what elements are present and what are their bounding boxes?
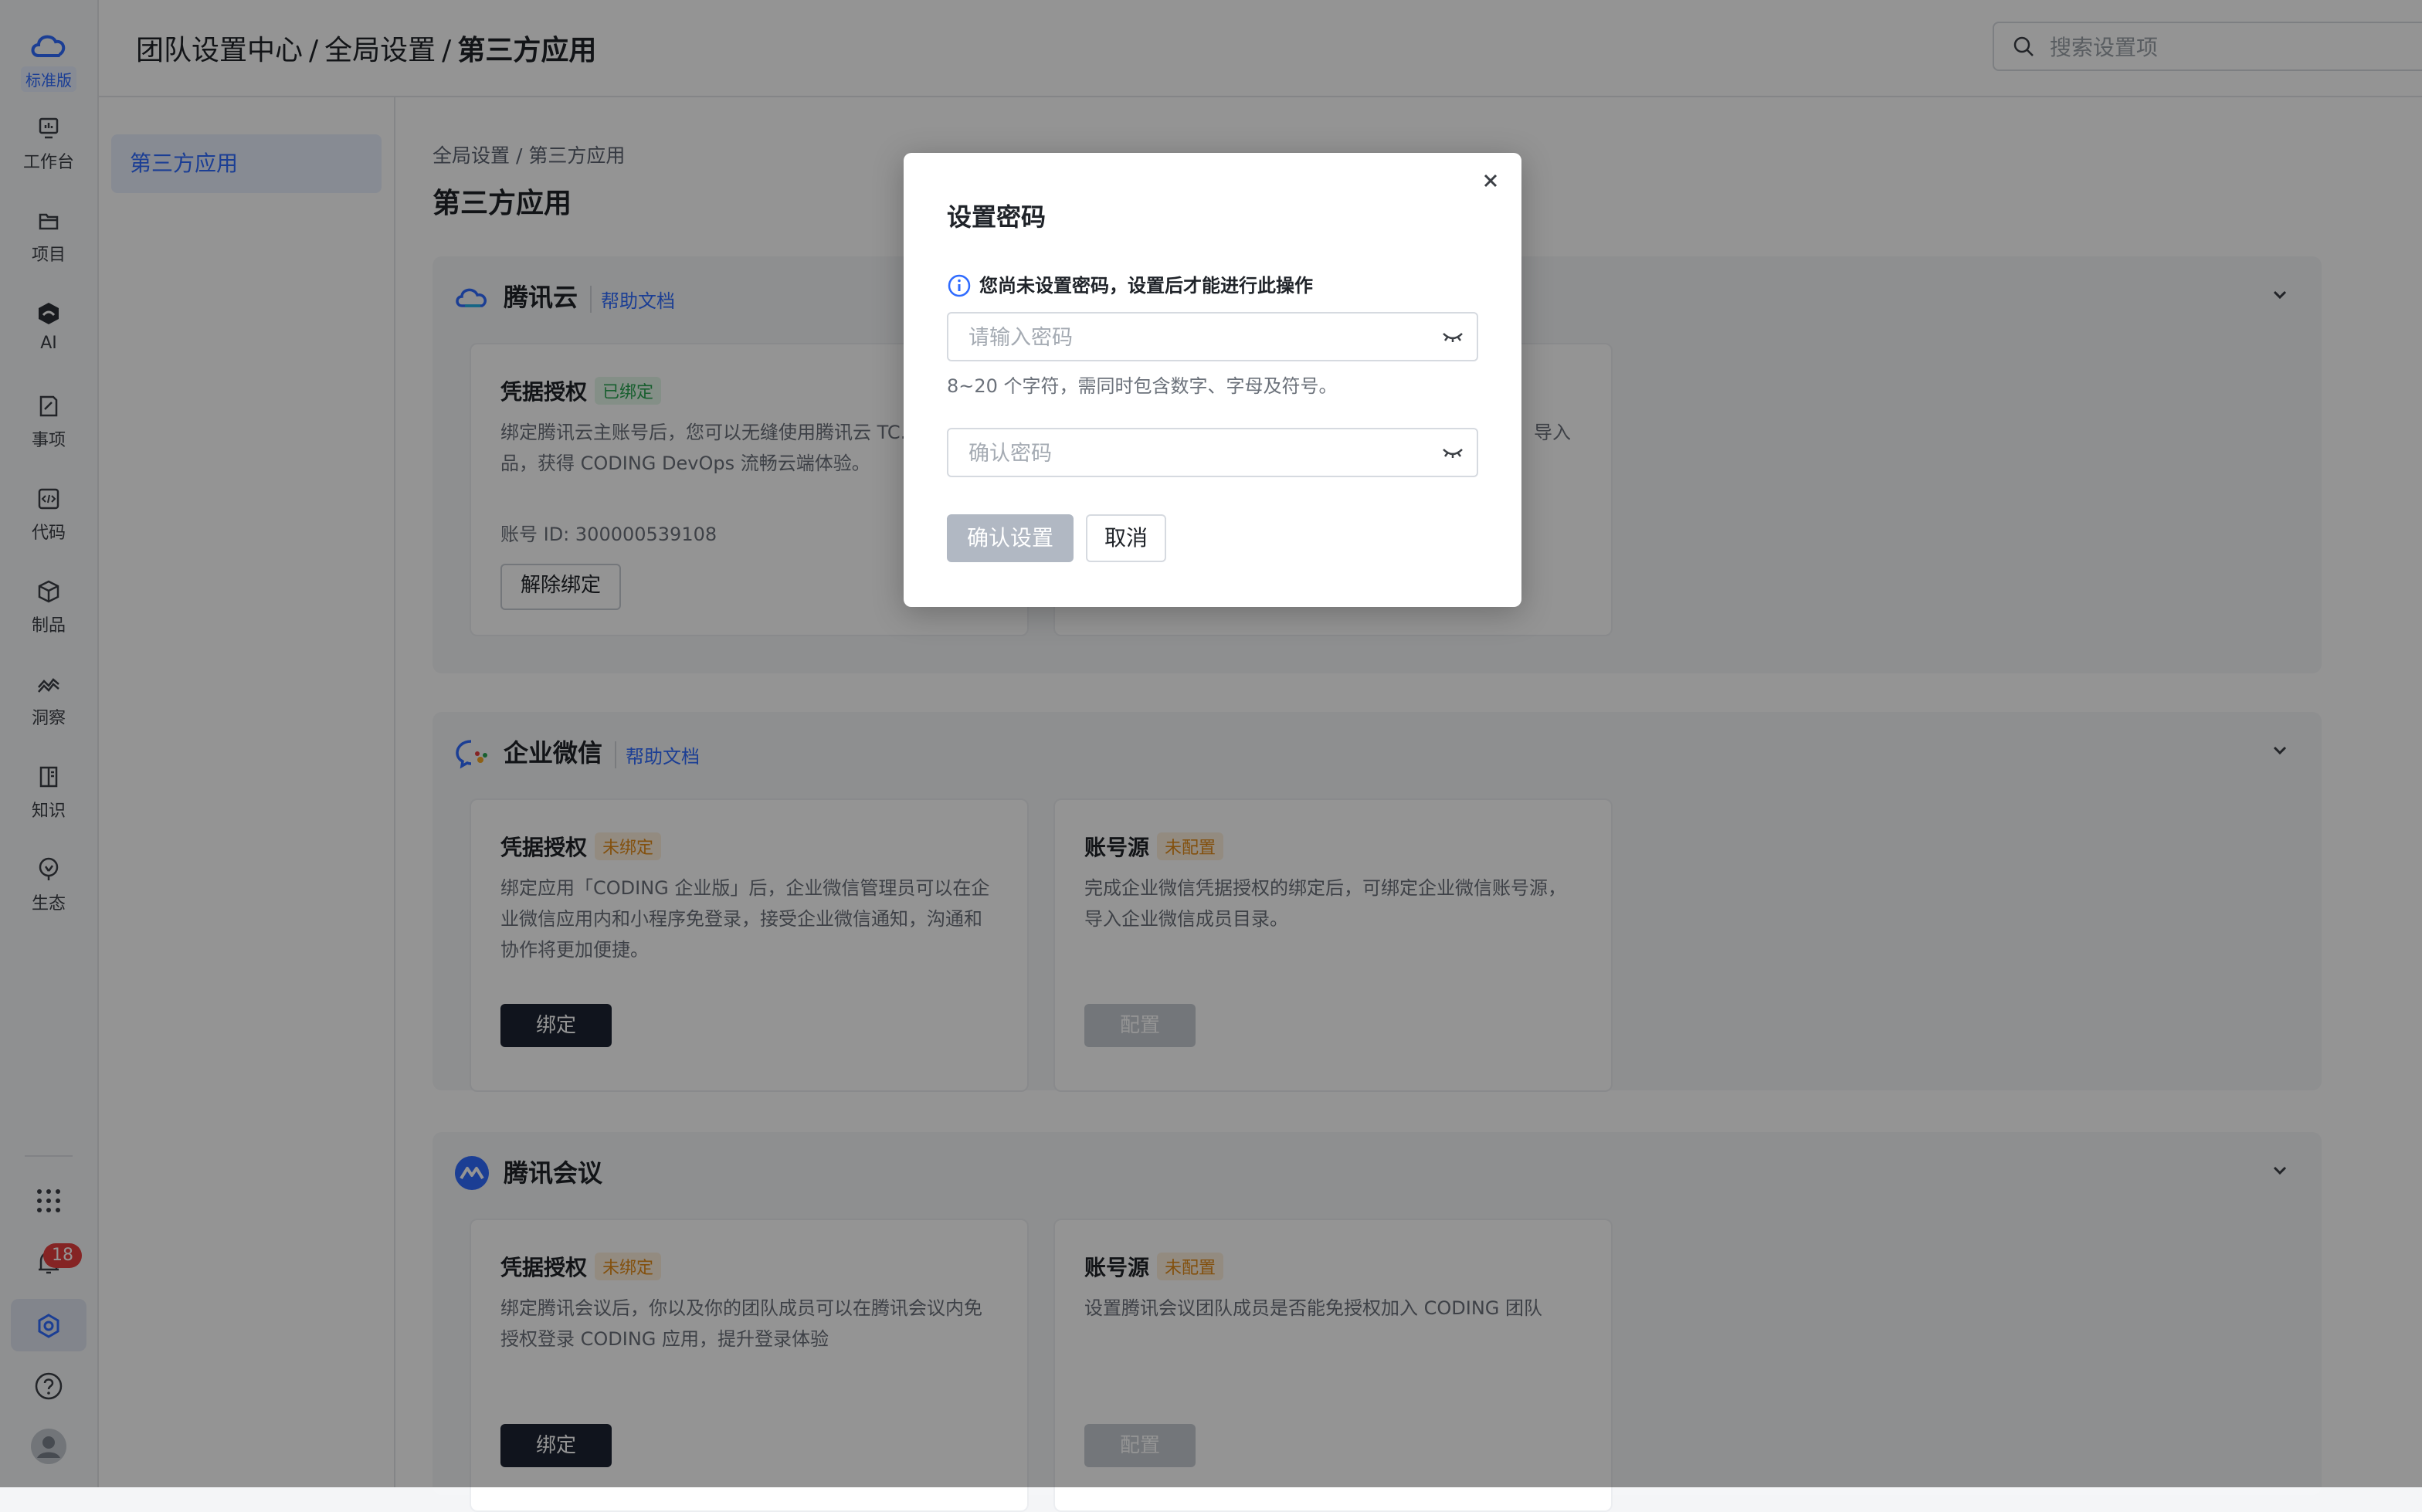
password-input[interactable]	[967, 320, 1418, 355]
confirm-password-input[interactable]	[967, 436, 1418, 471]
dialog-title: 设置密码	[947, 202, 1046, 232]
confirm-password-field[interactable]	[947, 428, 1478, 477]
confirm-settings-button[interactable]: 确认设置	[947, 514, 1074, 562]
set-password-dialog: 设置密码 您尚未设置密码，设置后才能进行此操作 8~20 个字符，需同时包含数字…	[904, 153, 1521, 607]
password-hint: 8~20 个字符，需同时包含数字、字母及符号。	[947, 375, 1338, 397]
close-icon[interactable]	[1478, 168, 1503, 193]
password-field[interactable]	[947, 312, 1478, 361]
info-icon	[948, 274, 971, 297]
cancel-button[interactable]: 取消	[1086, 514, 1166, 562]
eye-closed-icon[interactable]	[1441, 327, 1464, 346]
eye-closed-icon[interactable]	[1441, 443, 1464, 462]
dialog-notice: 您尚未设置密码，设置后才能进行此操作	[947, 270, 1313, 298]
